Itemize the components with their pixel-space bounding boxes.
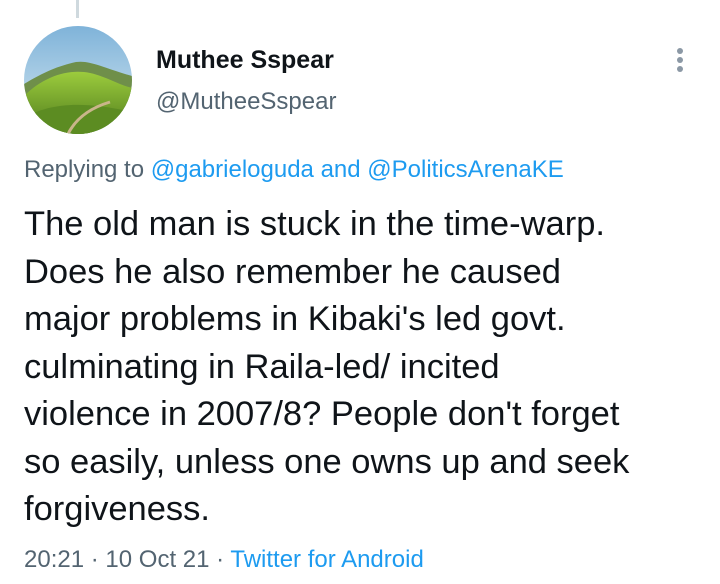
tweet-text-line: major problems in Kibaki's led govt.: [24, 300, 566, 338]
tweet-text-line: Does he also remember he caused: [24, 252, 561, 291]
more-options-button[interactable]: [664, 40, 696, 80]
tweet-metadata: 20:21 · 10 Oct 21 · Twitter for Android: [24, 546, 424, 574]
avatar[interactable]: [24, 26, 132, 134]
tweet-text-line: The old man is stuck in the time-warp.: [24, 205, 605, 243]
reply-conjunction: and: [320, 156, 361, 183]
tweet-text-line: forgiveness.: [24, 490, 211, 528]
author-handle[interactable]: @MutheeSspear: [156, 88, 336, 116]
reply-mention-link-2[interactable]: @PoliticsArenaKE: [367, 156, 563, 183]
tweet-text: The old man is stuck in the time-warp. D…: [24, 201, 704, 534]
tweet-text-line: culminating in Raila-led/ incited: [24, 347, 500, 386]
meta-separator: ·: [90, 546, 99, 573]
avatar-landscape-image: [24, 26, 132, 134]
replying-to-line: Replying to @gabrieloguda and @PoliticsA…: [24, 156, 564, 184]
meta-separator: ·: [216, 546, 225, 573]
tweet-time[interactable]: 20:21: [24, 546, 84, 573]
reply-mention-link-1[interactable]: @gabrieloguda: [151, 156, 314, 183]
tweet-text-line: violence in 2007/8? People don't forget: [24, 395, 620, 433]
tweet-text-line: so easily, unless one owns up and seek: [24, 442, 630, 481]
tweet-source-link[interactable]: Twitter for Android: [230, 546, 423, 573]
author-display-name[interactable]: Muthee Sspear: [156, 46, 334, 75]
thread-connector-line: [76, 0, 79, 18]
replying-to-prefix: Replying to: [24, 156, 145, 183]
tweet-date[interactable]: 10 Oct 21: [105, 546, 209, 573]
